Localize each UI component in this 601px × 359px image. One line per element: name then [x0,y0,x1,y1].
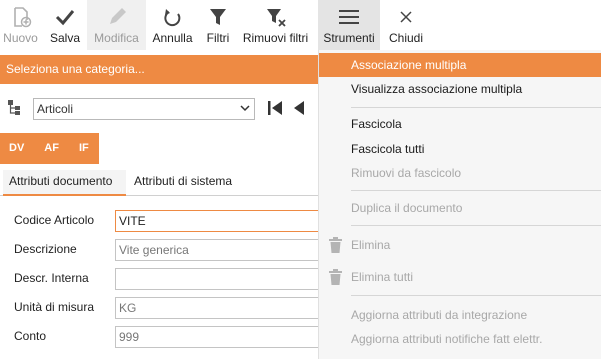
menu-item-elimina-tutti[interactable]: Elimina tutti [319,265,601,289]
tools-button[interactable]: Strumenti [318,0,380,50]
menu-item-rimuovi-da-fascicolo[interactable]: Rimuovi da fascicolo [319,161,601,185]
save-button[interactable]: Salva [44,0,86,50]
trash-icon [329,237,342,253]
menu-item-aggiorna-integrazione[interactable]: Aggiorna attributi da integrazione [319,303,601,327]
menu-item-fascicola-tutti[interactable]: Fascicola tutti [319,137,601,161]
filters-button-label: Filtri [206,31,230,45]
pencil-icon [109,8,126,24]
label-descrizione: Descrizione [14,242,77,256]
descrizione-field[interactable]: Vite generica [115,239,319,261]
menu-item-elimina-label: Elimina [351,238,391,252]
tab-if[interactable]: IF [69,133,99,164]
tab-document-attributes[interactable]: Attributi documento [3,170,126,196]
tools-dropdown-menu: Associazione multipla Visualizza associa… [318,50,601,359]
tab-af[interactable]: AF [34,133,69,164]
filters-button[interactable]: Filtri [203,0,233,50]
edit-button[interactable]: Modifica [87,0,146,50]
new-button-label: Nuovo [3,31,38,45]
menu-icon [339,10,359,24]
menu-item-duplica-documento[interactable]: Duplica il documento [319,196,601,220]
toolbar: Nuovo Salva Modifica Annulla Filtri Rimu… [0,0,601,50]
menu-separator [351,107,601,108]
menu-item-fascicola[interactable]: Fascicola [319,112,601,136]
edit-button-label: Modifica [94,31,139,45]
label-descr-interna: Descr. Interna [14,271,89,285]
label-unita-di-misura: Unità di misura [14,300,95,314]
tab-system-attributes[interactable]: Attributi di sistema [128,170,238,196]
trash-icon [329,269,342,285]
view-tabs: DV AF IF [0,133,99,164]
undo-icon [163,9,180,27]
menu-item-elimina-tutti-label: Elimina tutti [351,270,414,284]
descr-interna-field[interactable] [115,268,319,290]
remove-filters-button-label: Rimuovi filtri [242,31,309,45]
attribute-tabs: Attributi documento Attributi di sistema [0,170,318,196]
codice-articolo-field[interactable]: VITE [115,210,319,232]
tab-dv[interactable]: DV [0,133,34,164]
menu-separator [351,295,601,296]
menu-item-visualizza-associazione[interactable]: Visualizza associazione multipla [319,77,601,101]
chevron-down-icon [240,105,250,112]
category-selector-bar[interactable]: Seleziona una categoria... [0,55,318,84]
previous-record-icon[interactable] [294,101,304,115]
new-button[interactable]: Nuovo [0,0,41,50]
close-button[interactable]: Chiudi [385,0,427,50]
menu-item-associazione-multipla[interactable]: Associazione multipla [319,53,601,77]
document-type-select[interactable]: Articoli [33,98,255,120]
menu-item-aggiorna-notifiche[interactable]: Aggiorna attributi notifiche fatt elettr… [319,327,601,351]
new-document-icon [13,7,31,28]
tools-button-label: Strumenti [323,31,375,45]
undo-button[interactable]: Annulla [149,0,196,50]
conto-field[interactable]: 999 [115,326,319,348]
label-conto: Conto [14,329,47,343]
document-type-value: Articoli [37,102,74,116]
first-record-icon[interactable] [268,101,282,115]
undo-button-label: Annulla [152,31,193,45]
unita-di-misura-field[interactable]: KG [115,297,319,319]
save-button-label: Salva [49,31,81,45]
remove-filters-button[interactable]: Rimuovi filtri [239,0,312,50]
label-codice-articolo: Codice Articolo [14,213,95,227]
filter-icon [210,9,226,25]
close-button-label: Chiudi [388,31,424,45]
menu-separator [351,190,601,191]
checkmark-icon [55,10,75,26]
menu-item-elimina[interactable]: Elimina [319,233,601,257]
tree-icon[interactable] [8,100,22,116]
remove-filter-icon [266,9,286,27]
menu-separator [351,225,601,226]
close-icon [400,11,412,23]
